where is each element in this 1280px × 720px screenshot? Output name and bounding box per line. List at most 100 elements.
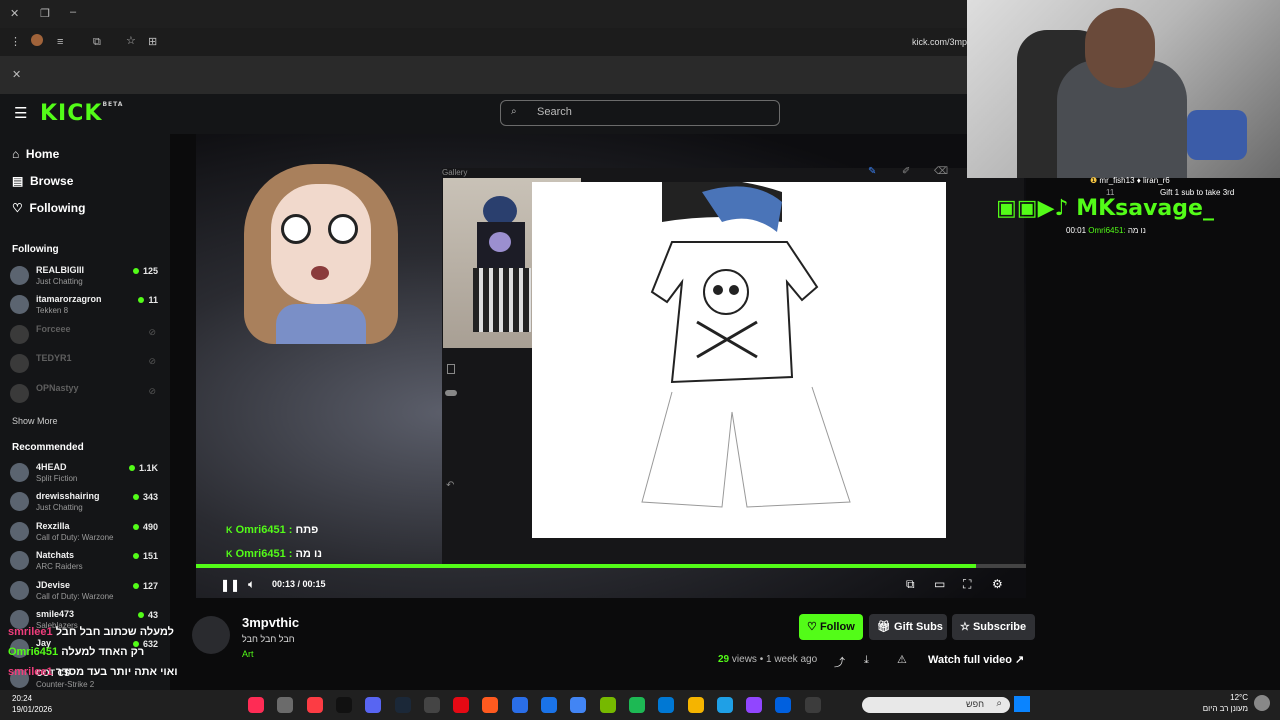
pause-icon[interactable]: ❚❚: [220, 578, 240, 592]
ubisoft-icon[interactable]: [511, 697, 528, 713]
tiktok-app-icon[interactable]: [248, 697, 264, 713]
sidebar-channel-item[interactable]: OPNastyy ⊘: [10, 382, 160, 408]
steam-icon[interactable]: [394, 697, 411, 713]
settings-gear-icon[interactable]: ⚙: [992, 577, 1003, 591]
channel-info-area: [170, 598, 1280, 690]
discord-icon[interactable]: [365, 697, 382, 713]
media-icon[interactable]: ≡: [57, 35, 63, 49]
translate-icon[interactable]: ⊞: [148, 35, 157, 49]
hamburger-menu-icon[interactable]: ☰: [14, 104, 27, 122]
channel-name: drewisshairing: [36, 491, 100, 502]
weather-widget[interactable]: 12°C מעונן רב היום: [1196, 692, 1248, 714]
brush-tool-icon: ✎: [868, 166, 877, 177]
sidebar: [0, 134, 170, 690]
nav-browse[interactable]: ▤ Browse: [12, 174, 73, 188]
menu-dots-icon[interactable]: ⋮: [10, 35, 21, 49]
channel-name[interactable]: 3mpvthic: [242, 615, 299, 630]
twitch-icon[interactable]: [746, 697, 763, 713]
kick-logo[interactable]: KICKBETA: [40, 101, 123, 126]
recommended-section-title: Recommended: [12, 442, 84, 453]
edge-icon[interactable]: [716, 697, 733, 713]
windows-start-icon[interactable]: [1014, 696, 1030, 712]
chrome-icon[interactable]: [570, 697, 587, 713]
volume-icon[interactable]: 🔈︎: [248, 577, 255, 592]
copilot-icon[interactable]: [775, 697, 792, 713]
sidebar-channel-item[interactable]: JDevise Call of Duty: Warzone 127: [10, 579, 160, 605]
category-link[interactable]: Art: [242, 649, 254, 659]
nvidia-icon[interactable]: [599, 697, 616, 713]
nav-following[interactable]: ♡ Following: [12, 201, 85, 215]
spotify-icon[interactable]: [628, 697, 645, 713]
extensions-icon[interactable]: ⧉: [93, 35, 101, 49]
viewer-count: 490: [133, 522, 158, 532]
video-timecode: 00:13 / 00:15: [272, 579, 326, 589]
video-progress-bar[interactable]: [196, 564, 1026, 568]
channel-category: Call of Duty: Warzone: [36, 532, 114, 542]
close-infobar-icon[interactable]: ✕: [12, 68, 21, 82]
undo-icon: ↶: [446, 480, 455, 491]
channel-name: OPNastyy: [36, 382, 79, 393]
tiktok-icon[interactable]: [335, 697, 352, 713]
profile-avatar[interactable]: [31, 34, 43, 46]
channel-avatar: [10, 463, 29, 482]
channel-category: Counter-Strike 2: [36, 679, 95, 689]
search-input[interactable]: ⌕ Search: [500, 100, 780, 126]
channel-name: REALBIGIII: [36, 265, 85, 275]
brush-size-slider: [445, 390, 457, 396]
channel-name: smile473: [36, 609, 75, 619]
share-icon[interactable]: ⤴: [834, 654, 845, 670]
taskbar-clock[interactable]: 20:24 19/01/2026: [12, 693, 52, 715]
sidebar-channel-item[interactable]: REALBIGIII Just Chatting 125: [10, 264, 160, 290]
top-supporters: ❶ mr_fish13 ♦ liran_r6: [1090, 176, 1170, 185]
close-window-icon[interactable]: ✕: [10, 7, 19, 21]
epic-icon[interactable]: [541, 697, 557, 713]
brave-icon[interactable]: [482, 697, 499, 713]
obs-icon[interactable]: [423, 697, 440, 713]
report-icon[interactable]: ⚠: [897, 653, 907, 666]
views-count: 29: [718, 654, 730, 665]
channel-name: TEDYR1: [36, 353, 72, 364]
channel-name: Rexzilla: [36, 520, 70, 531]
picture-in-picture-icon[interactable]: ⧉: [906, 577, 915, 592]
stream-chat-line: Omri6451 רק האחד למעלה: [8, 646, 145, 658]
sidebar-channel-item[interactable]: Rexzilla Call of Duty: Warzone 490: [10, 520, 160, 546]
sidebar-channel-item[interactable]: itamarorzagron Tekken 8 11: [10, 293, 160, 319]
sidebar-channel-item[interactable]: 4HEAD Split Fiction 1.1K: [10, 461, 160, 487]
file-explorer-icon[interactable]: [687, 697, 704, 713]
sidebar-channel-item[interactable]: TEDYR1 ⊘: [10, 352, 160, 378]
minimize-window-icon[interactable]: –: [70, 5, 76, 19]
streamer-head: [1085, 8, 1155, 88]
music-app-icon[interactable]: [306, 697, 323, 713]
taskbar-search[interactable]: חפש ⌕: [862, 697, 1010, 713]
sidebar-channel-item[interactable]: Natchats ARC Raiders 151: [10, 549, 160, 575]
subscribe-button[interactable]: ☆ Subscribe: [952, 614, 1035, 640]
gift-subs-button[interactable]: 🎁︎ Gift Subs: [869, 614, 947, 640]
offline-icon: ⊘: [148, 385, 156, 396]
url-text[interactable]: kick.com/3mp: [912, 37, 967, 47]
netflix-icon[interactable]: [453, 697, 470, 713]
video-meta: 29 views • 1 week ago: [718, 654, 818, 665]
notification-icon[interactable]: [1254, 695, 1270, 711]
video-player[interactable]: Gallery ↶ ✎ ✐ ⌫ ↖ K Omri6451 : פתח K Omr…: [196, 134, 1026, 598]
terminal-icon[interactable]: [804, 697, 821, 713]
channel-avatar: [10, 383, 29, 403]
bookmark-star-icon[interactable]: ☆: [126, 34, 136, 48]
eraser-tool-icon: ⌫: [934, 166, 949, 177]
nav-home[interactable]: ⌂ Home: [12, 147, 59, 161]
kick-app-icon[interactable]: [277, 697, 294, 713]
sidebar-channel-item[interactable]: drewisshairing Just Chatting 343: [10, 490, 160, 516]
channel-avatar[interactable]: [192, 616, 230, 654]
show-more-link[interactable]: Show More: [12, 416, 58, 426]
download-icon[interactable]: ⤓: [864, 654, 869, 667]
search-icon: ⌕: [996, 698, 1002, 709]
fullscreen-icon[interactable]: ⛶: [963, 577, 971, 592]
outlook-icon[interactable]: [658, 697, 675, 713]
channel-category: Call of Duty: Warzone: [36, 591, 114, 601]
gallery-label: Gallery: [442, 168, 468, 177]
watch-full-video-link[interactable]: Watch full video ↗: [928, 653, 1024, 666]
restore-window-icon[interactable]: ❐: [40, 7, 50, 21]
follow-button[interactable]: ♡ Follow: [799, 614, 863, 640]
sidebar-channel-item[interactable]: Forceee ⊘: [10, 323, 160, 349]
selection-tool-icon: [447, 364, 455, 374]
theater-mode-icon[interactable]: ▭: [934, 577, 945, 591]
